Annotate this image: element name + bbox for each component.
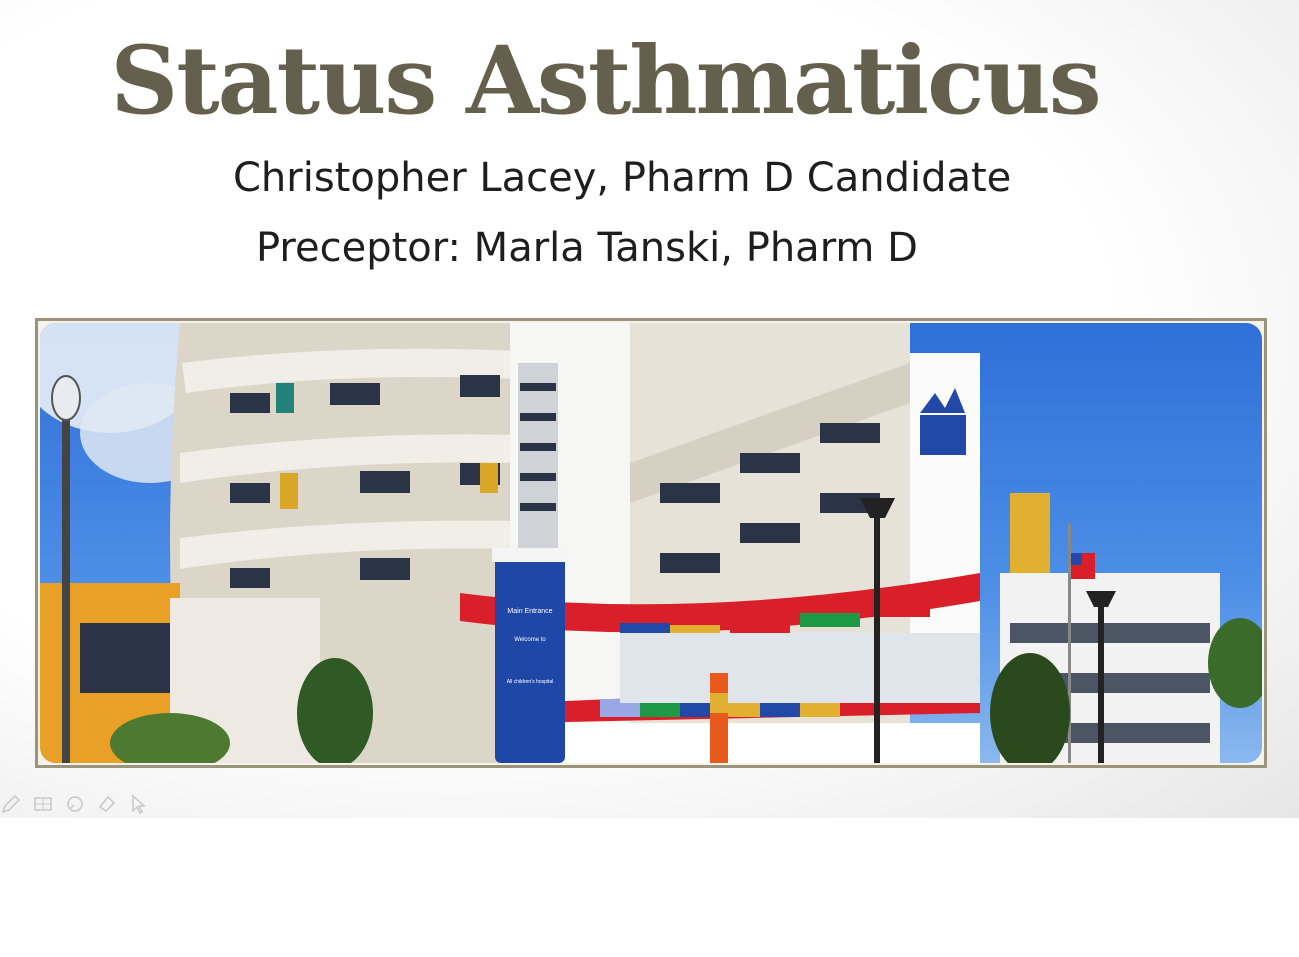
sign-welcome: Welcome to [514, 637, 546, 643]
slides-grid-icon[interactable] [32, 793, 54, 815]
author-line: Christopher Lacey, Pharm D Candidate [233, 155, 1012, 201]
zoom-icon[interactable] [64, 793, 86, 815]
eraser-icon[interactable] [96, 793, 118, 815]
slideshow-toolbar [0, 790, 150, 818]
slide: Status Asthmaticus Christopher Lacey, Ph… [0, 0, 1299, 818]
sign-hospital-name: All children's hospital [507, 679, 554, 685]
slide-title: Status Asthmaticus [110, 26, 1101, 136]
hospital-photo: Main Entrance Welcome to All children's … [40, 323, 1262, 763]
hospital-photo-frame: Main Entrance Welcome to All children's … [35, 318, 1267, 768]
pointer-icon[interactable] [128, 793, 150, 815]
sign-main-entrance: Main Entrance [507, 608, 552, 615]
pen-icon[interactable] [0, 793, 22, 815]
preceptor-line: Preceptor: Marla Tanski, Pharm D [256, 225, 918, 271]
